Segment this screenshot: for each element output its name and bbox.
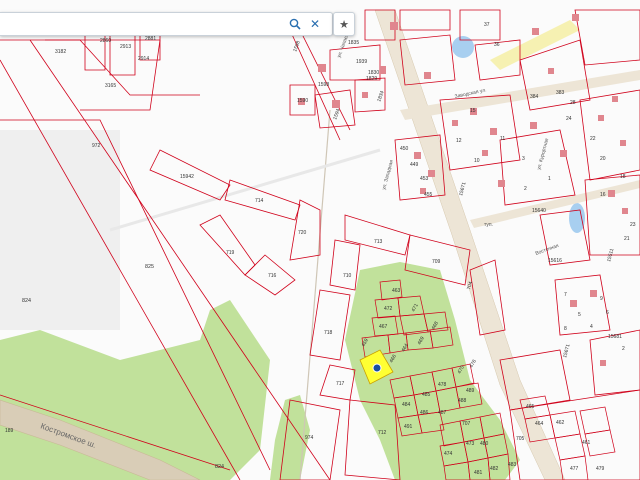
- parcel-label: 718: [324, 330, 333, 336]
- parcel-label: 450: [400, 146, 409, 152]
- parcel-label: 710: [343, 273, 352, 279]
- parcel-label: 11: [500, 136, 505, 142]
- parcel-label: 488: [458, 398, 467, 404]
- parcel-label: 15616: [548, 258, 562, 264]
- parcel-label: 481: [474, 470, 483, 476]
- parcel-label: 15640: [532, 208, 546, 214]
- search-input[interactable]: [6, 16, 280, 33]
- parcel-label: 485: [422, 392, 431, 398]
- parcel-label: 1939: [356, 59, 367, 65]
- parcel-label: 824: [22, 298, 31, 304]
- parcel-label: 4: [590, 324, 593, 330]
- parcel-label: 449: [410, 162, 419, 168]
- parcel-label: 482: [490, 466, 499, 472]
- parcel-label: 712: [378, 430, 387, 436]
- parcel-label: 719: [226, 250, 235, 256]
- water-body: [452, 36, 474, 58]
- parcel-label: 707: [462, 421, 471, 427]
- parcel-label: 474: [444, 451, 453, 457]
- parcel-label: 2881: [145, 36, 156, 42]
- parcel-label: 717: [336, 381, 345, 387]
- water-body: [569, 203, 585, 233]
- close-icon[interactable]: ✕: [306, 15, 324, 33]
- parcel-label: 972: [92, 143, 101, 149]
- street-label: туп.: [484, 222, 493, 228]
- parcel-label: 705: [516, 436, 525, 442]
- star-icon: ★: [339, 18, 349, 31]
- parcel-label: 2860: [100, 38, 111, 44]
- parcel-label: 3: [522, 156, 525, 162]
- parcel-label: 12: [456, 138, 462, 144]
- parcel-label: 20: [600, 156, 606, 162]
- favorite-button[interactable]: ★: [333, 12, 355, 36]
- parcel-label: 1590: [297, 98, 308, 104]
- parcel-label: 825: [145, 264, 154, 270]
- parcel-label: 24: [566, 116, 572, 122]
- grey-area: [0, 130, 120, 330]
- search-bar: ✕: [0, 12, 333, 36]
- parcel-label: 477: [570, 466, 579, 472]
- parcel-label: 709: [432, 259, 441, 265]
- parcel-label: 455: [424, 192, 433, 198]
- parcel-label: 463: [392, 288, 401, 294]
- parcel-label: 22: [590, 136, 596, 142]
- parcel-label: 1835: [348, 40, 359, 46]
- parcel-label: 824: [215, 464, 224, 470]
- parcel-label: 461: [582, 440, 591, 446]
- parcel-label: 713: [374, 239, 383, 245]
- parcel-label: 189: [5, 428, 14, 434]
- parcel-label: 6: [606, 310, 609, 316]
- location-pin-icon[interactable]: [372, 363, 382, 373]
- parcel-label: 464: [535, 421, 544, 427]
- parcel-label: 3182: [55, 49, 66, 55]
- parcel-label: 487: [438, 410, 447, 416]
- parcel-label: 23: [630, 222, 636, 228]
- parcel-label: 383: [556, 90, 565, 96]
- parcel-label: 1598: [318, 82, 329, 88]
- parcel-label: 2: [622, 346, 625, 352]
- parcel-label: 8: [564, 326, 567, 332]
- cadastral-map[interactable]: Костромское ш. Заводская ул. ул. Чапаева…: [0, 0, 640, 480]
- parcel-label: 483: [508, 462, 517, 468]
- parcel-label: 479: [596, 466, 605, 472]
- parcel-label: 473: [466, 441, 475, 447]
- parcel-label: 720: [298, 230, 307, 236]
- parcel-label: 1829: [366, 76, 377, 82]
- parcel-label: 489: [466, 388, 475, 394]
- parcel-label: 21: [624, 236, 630, 242]
- parcel-label: 1: [548, 176, 551, 182]
- parcel-label: 2914: [138, 56, 149, 62]
- parcel-label: 1830: [368, 70, 379, 76]
- parcel-label: 478: [438, 382, 447, 388]
- search-icon[interactable]: [286, 15, 304, 33]
- parcel-label: 480: [480, 441, 489, 447]
- parcel-label: 9: [600, 296, 603, 302]
- parcel-label: 15942: [180, 174, 194, 180]
- parcel-label: 15: [470, 108, 476, 114]
- parcel-label: 2913: [120, 44, 131, 50]
- parcel-label: 465: [526, 404, 535, 410]
- parcel-label: 5: [578, 312, 581, 318]
- parcel-label: 974: [305, 435, 314, 441]
- parcel-label: 714: [255, 198, 264, 204]
- parcel-label: 467: [379, 324, 388, 330]
- parcel-label: 484: [402, 402, 411, 408]
- parcel-label: 10: [474, 158, 480, 164]
- parcel-label: 491: [404, 424, 413, 430]
- parcel-label: 7: [564, 292, 567, 298]
- parcel-label: 486: [420, 410, 429, 416]
- parcel-label: 2: [524, 186, 527, 192]
- parcel-label: 716: [268, 273, 277, 279]
- parcel-label: 15681: [608, 334, 622, 340]
- parcel-label: 16: [600, 192, 606, 198]
- parcel-label: 36: [494, 42, 500, 48]
- parcel-label: 462: [556, 420, 565, 426]
- parcel-label: 18: [620, 174, 626, 180]
- parcel-label: 3165: [105, 83, 116, 89]
- parcel-label: 28: [570, 100, 576, 106]
- parcel-label: 453: [420, 176, 429, 182]
- parcel-label: 472: [384, 306, 393, 312]
- parcel-label: 384: [530, 94, 539, 100]
- parcel-label: 37: [484, 22, 490, 28]
